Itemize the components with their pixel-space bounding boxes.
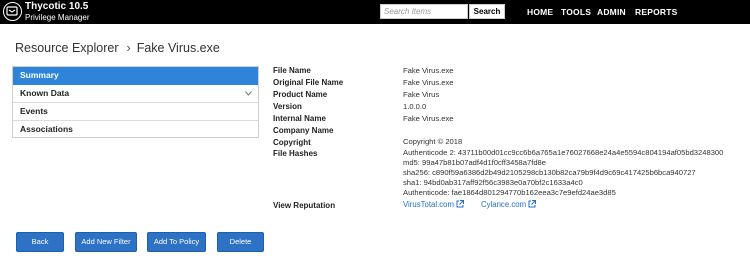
brand-subtitle: Privilege Manager [25,13,90,22]
original-file-name-label: Original File Name [273,78,344,87]
hash-authenticode: Authenticode: fae1864d801294770b162eea3c… [403,188,616,197]
search-input[interactable] [380,4,468,19]
hash-sha1: sha1: 94bd0ab317aff92f56c3983e0a70bf2c16… [403,178,583,187]
hash-authenticode2: Authenticode 2: 43711b00d01cc9cc6b6a765a… [403,148,724,157]
sidebar-item-events[interactable]: Events [13,103,258,121]
brand-name: Thycotic 10.5 [25,1,89,12]
breadcrumb-current: Fake Virus.exe [136,41,220,55]
shield-logo-icon[interactable] [3,2,22,21]
sidebar-panel: Summary Known Data Events Associations [12,66,259,138]
sidebar-item-known-data[interactable]: Known Data [13,85,258,103]
nav-admin[interactable]: ADMIN [597,7,626,17]
file-name-label: File Name [273,66,311,75]
sidebar-item-summary[interactable]: Summary [13,67,258,85]
cylance-link[interactable]: Cylance.com [481,200,537,209]
back-button[interactable]: Back [16,232,64,252]
internal-name-value: Fake Virus.exe [403,114,454,123]
internal-name-label: Internal Name [273,114,326,123]
brand[interactable]: Thycotic 10.5 Privilege Manager [25,2,89,23]
delete-button[interactable]: Delete [217,232,264,252]
breadcrumb-separator: › [126,41,131,55]
top-navigation-bar: Thycotic 10.5 Privilege Manager Search H… [0,0,750,24]
add-new-filter-button[interactable]: Add New Filter [75,232,137,252]
version-label: Version [273,102,302,111]
hash-sha256: sha256: c890f59a6386d2b49d2105298cb130b8… [403,168,696,177]
breadcrumb-root[interactable]: Resource Explorer [15,41,119,55]
copyright-value: Copyright © 2018 [403,137,463,146]
company-name-label: Company Name [273,126,334,135]
nav-reports[interactable]: REPORTS [635,7,678,17]
search-button[interactable]: Search [469,4,505,19]
sidebar-item-label: Known Data [20,88,70,98]
view-reputation-label: View Reputation [273,201,336,210]
sidebar-item-label: Associations [20,124,73,134]
sidebar-item-label: Events [20,106,48,116]
product-name-label: Product Name [273,90,328,99]
cylance-link-text: Cylance.com [481,200,527,209]
nav-tools[interactable]: TOOLS [561,7,591,17]
breadcrumb: Resource Explorer › Fake Virus.exe [15,41,220,55]
virustotal-link-text: VirusTotal.com [403,200,454,209]
file-hashes-label: File Hashes [273,149,318,158]
copyright-label: Copyright [273,138,311,147]
sidebar-item-associations[interactable]: Associations [13,121,258,139]
chevron-down-icon [245,91,252,96]
product-name-value: Fake Virus [403,90,440,99]
external-link-icon [456,200,464,208]
add-to-policy-button[interactable]: Add To Policy [147,232,206,252]
original-file-name-value: Fake Virus.exe [403,78,454,87]
external-link-icon [528,200,537,208]
virustotal-link[interactable]: VirusTotal.com [403,200,464,209]
file-name-value: Fake Virus.exe [403,66,454,75]
hash-md5: md5: 99a47b81b07adf4d1f0cff3458a7fd8e [403,158,547,167]
nav-home[interactable]: HOME [527,7,553,17]
sidebar-item-label: Summary [20,70,59,80]
version-value: 1.0.0.0 [403,102,427,111]
